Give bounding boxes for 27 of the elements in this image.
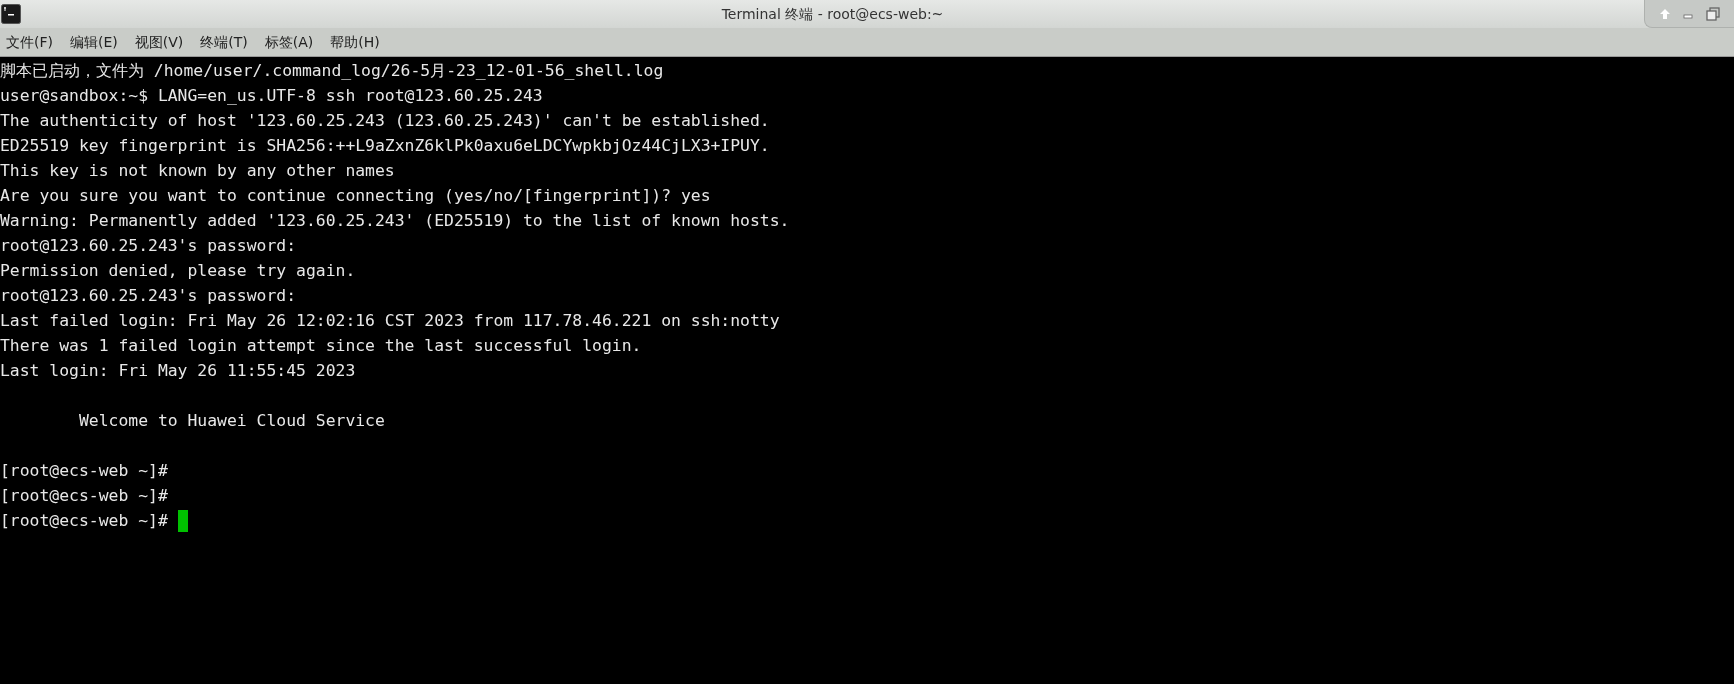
- menu-item[interactable]: 帮助(H): [330, 31, 380, 53]
- terminal-line: Welcome to Huawei Cloud Service: [77, 410, 385, 432]
- terminal-line: [root@ecs-web ~]#: [0, 485, 168, 507]
- terminal-app-icon: [1, 4, 21, 24]
- terminal-line: There was 1 failed login attempt since the last successful login.: [0, 335, 642, 357]
- menu-item[interactable]: 终端(T): [200, 31, 248, 53]
- menu-item[interactable]: 文件(F): [6, 31, 53, 53]
- terminal-line: [root@ecs-web ~]#: [0, 460, 168, 482]
- menu-item[interactable]: 标签(A): [264, 31, 314, 53]
- terminal-line: Warning: Permanently added '123.60.25.243' (ED25519) to the list of known hosts.: [0, 210, 790, 232]
- restore-icon[interactable]: [1706, 6, 1721, 21]
- menu-item[interactable]: 编辑(E): [70, 31, 118, 53]
- window-title: Terminal 终端 - root@ecs-web:~: [721, 4, 944, 24]
- terminal-line: Permission denied, please try again.: [0, 260, 356, 282]
- terminal-line: ED25519 key fingerprint is SHA256:++L9aZxnZ6klPk0axu6eLDCYwpkbjOz44CjLX3+IPUY.: [0, 135, 770, 157]
- up-arrow-icon[interactable]: [1658, 7, 1671, 20]
- terminal-line: Last failed login: Fri May 26 12:02:16 CST 2023 from 117.78.46.221 on ssh:notty: [0, 310, 780, 332]
- terminal-line: user@sandbox:~$ LANG=en_us.UTF-8 ssh root@123.60.25.243: [0, 85, 543, 107]
- terminal-line: 脚本已启动，文件为 /home/user/.command_log/26-5月-23_12-01-56_shell.log: [0, 60, 664, 82]
- terminal-line: Are you sure you want to continue connecting (yes/no/[fingerprint])? yes: [0, 185, 711, 207]
- terminal-line: The authenticity of host '123.60.25.243 (123.60.25.243)' can't be established.: [0, 110, 770, 132]
- terminal-line: root@123.60.25.243's password:: [0, 285, 297, 307]
- terminal-line: Last login: Fri May 26 11:55:45 2023: [0, 360, 356, 382]
- menu-item[interactable]: 视图(V): [134, 31, 184, 53]
- terminal-line: root@123.60.25.243's password:: [0, 235, 297, 257]
- terminal-line: This key is not known by any other names: [0, 160, 395, 182]
- terminal-line: [root@ecs-web ~]#: [0, 510, 168, 532]
